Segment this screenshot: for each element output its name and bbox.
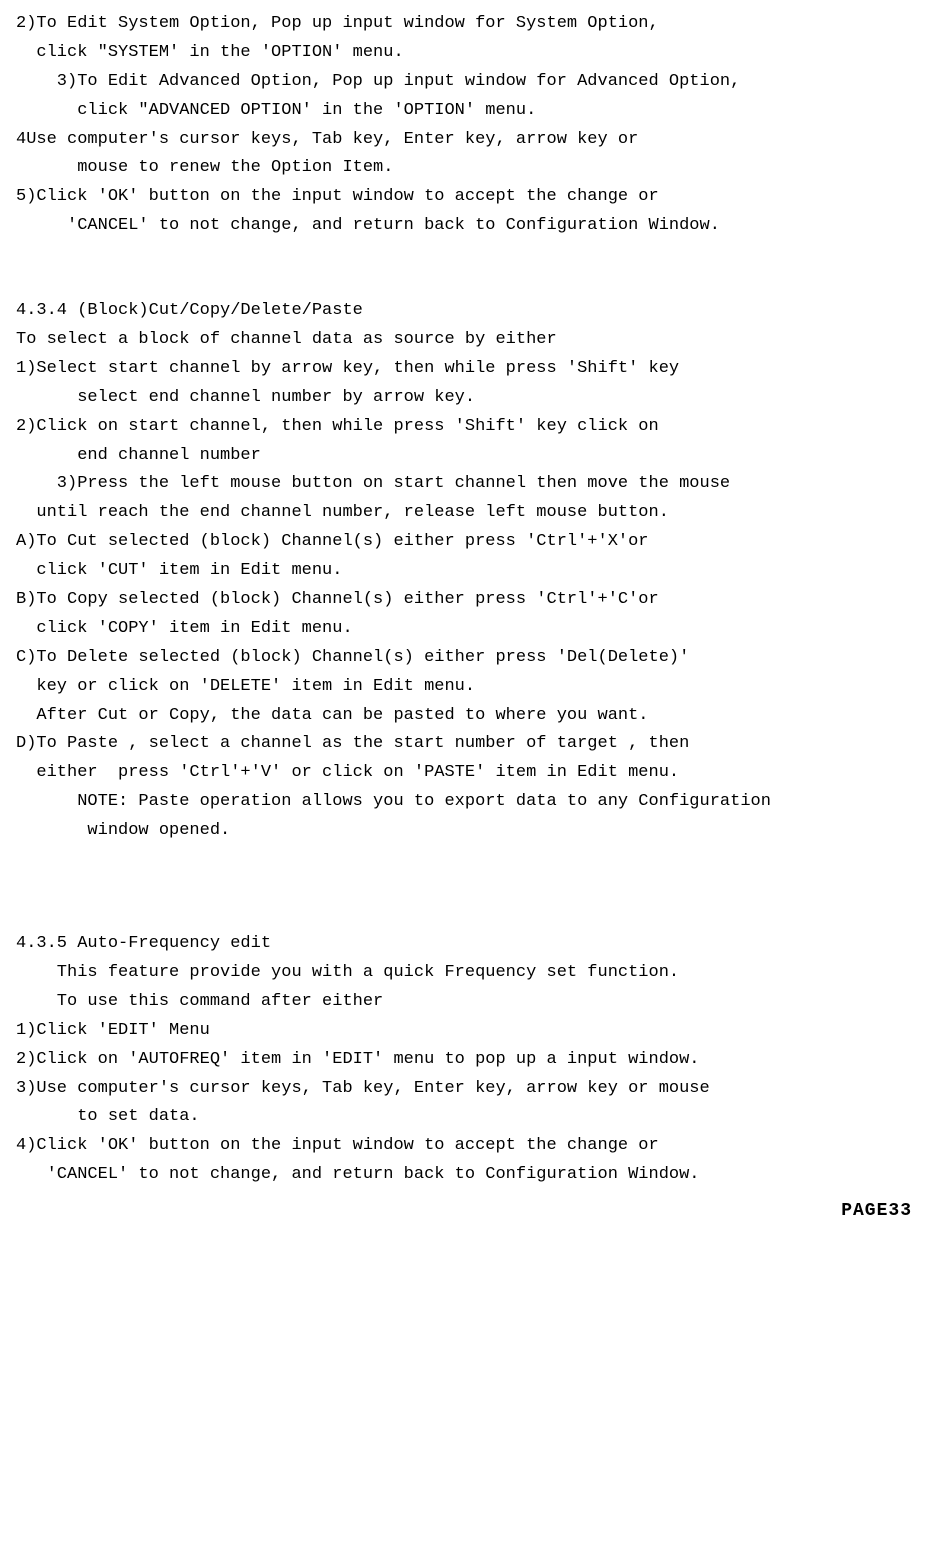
document-body: 2)To Edit System Option, Pop up input wi…: [16, 10, 912, 1190]
text-line: to set data.: [16, 1103, 912, 1132]
text-line: [16, 846, 912, 874]
text-line: click "ADVANCED OPTION' in the 'OPTION' …: [16, 97, 912, 126]
text-line: window opened.: [16, 817, 912, 846]
text-line: B)To Copy selected (block) Channel(s) ei…: [16, 586, 912, 615]
text-line: select end channel number by arrow key.: [16, 384, 912, 413]
text-line: until reach the end channel number, rele…: [16, 499, 912, 528]
text-line: 2)To Edit System Option, Pop up input wi…: [16, 10, 912, 39]
text-line: After Cut or Copy, the data can be paste…: [16, 702, 912, 731]
text-line: 4.3.5 Auto-Frequency edit: [16, 930, 912, 959]
text-line: key or click on 'DELETE' item in Edit me…: [16, 673, 912, 702]
text-line: 1)Select start channel by arrow key, the…: [16, 355, 912, 384]
text-line: mouse to renew the Option Item.: [16, 154, 912, 183]
text-line: either press 'Ctrl'+'V' or click on 'PAS…: [16, 759, 912, 788]
text-line: 3)To Edit Advanced Option, Pop up input …: [16, 68, 912, 97]
text-line: 2)Click on 'AUTOFREQ' item in 'EDIT' men…: [16, 1046, 912, 1075]
text-line: NOTE: Paste operation allows you to expo…: [16, 788, 912, 817]
text-line: 2)Click on start channel, then while pre…: [16, 413, 912, 442]
text-line: 'CANCEL' to not change, and return back …: [16, 1161, 912, 1190]
text-line: To use this command after either: [16, 988, 912, 1017]
text-line: end channel number: [16, 442, 912, 471]
text-line: C)To Delete selected (block) Channel(s) …: [16, 644, 912, 673]
text-line: 3)Use computer's cursor keys, Tab key, E…: [16, 1075, 912, 1104]
text-line: To select a block of channel data as sou…: [16, 326, 912, 355]
text-line: A)To Cut selected (block) Channel(s) eit…: [16, 528, 912, 557]
text-line: 4Use computer's cursor keys, Tab key, En…: [16, 126, 912, 155]
text-line: click 'COPY' item in Edit menu.: [16, 615, 912, 644]
page-number: PAGE33: [16, 1196, 912, 1227]
text-line: 4)Click 'OK' button on the input window …: [16, 1132, 912, 1161]
text-line: D)To Paste , select a channel as the sta…: [16, 730, 912, 759]
text-line: [16, 874, 912, 902]
text-line: [16, 241, 912, 269]
text-line: This feature provide you with a quick Fr…: [16, 959, 912, 988]
text-line: [16, 902, 912, 930]
text-line: click "SYSTEM' in the 'OPTION' menu.: [16, 39, 912, 68]
text-line: 3)Press the left mouse button on start c…: [16, 470, 912, 499]
text-line: click 'CUT' item in Edit menu.: [16, 557, 912, 586]
text-line: [16, 269, 912, 297]
text-line: 4.3.4 (Block)Cut/Copy/Delete/Paste: [16, 297, 912, 326]
text-line: 1)Click 'EDIT' Menu: [16, 1017, 912, 1046]
text-line: 5)Click 'OK' button on the input window …: [16, 183, 912, 212]
text-line: 'CANCEL' to not change, and return back …: [16, 212, 912, 241]
